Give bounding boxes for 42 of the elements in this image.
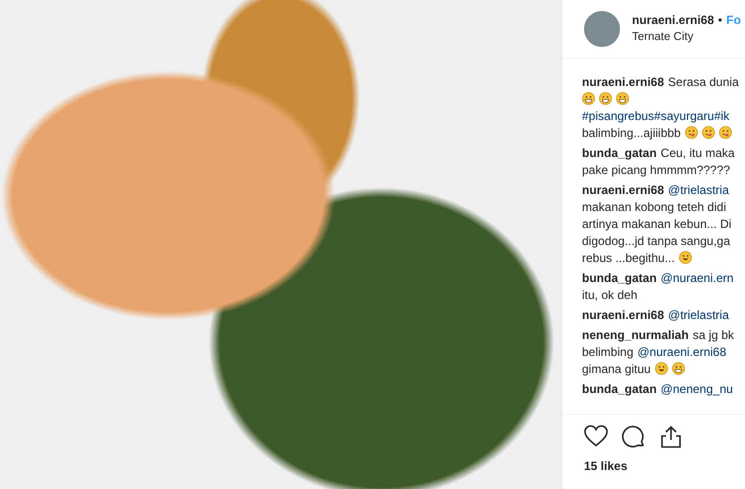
comment-username-link[interactable]: bunda_gatan: [582, 144, 657, 162]
grin-emoji-icon: [672, 362, 685, 375]
location-link[interactable]: Ternate City: [632, 29, 741, 47]
smile-emoji-icon: [654, 362, 668, 375]
grin-emoji-icon: [599, 92, 612, 105]
comment-text: sa jg bk: [692, 326, 734, 344]
heart-icon[interactable]: [584, 425, 608, 447]
comment-text: digodog...jd tanpa sangu,ga: [582, 232, 730, 250]
comment-username-link[interactable]: nuraeni.erni68: [582, 72, 664, 90]
comment-username-link[interactable]: bunda_gatan: [582, 268, 657, 286]
comment-text: gimana gituu: [582, 360, 651, 378]
mention-link[interactable]: @nuraeni.ern: [660, 268, 734, 286]
mention-link[interactable]: @trielastria: [668, 306, 729, 324]
comment-icon[interactable]: [622, 425, 646, 449]
hashtag-link[interactable]: #pisangrebus#sayurgaru#ik: [582, 106, 730, 124]
comment-text: pake picang hmmmm?????: [582, 162, 730, 178]
mention-link[interactable]: @trielastria: [668, 180, 729, 198]
comment-text: makanan kobong teteh didi: [582, 198, 726, 216]
comment-text: balimbing...ajiiibbb: [582, 124, 681, 142]
comment-text: itu, ok deh: [582, 286, 638, 304]
grin-emoji-icon: [582, 92, 595, 105]
likes-count[interactable]: 15 likes: [562, 449, 745, 475]
share-icon[interactable]: [660, 425, 682, 449]
tongue-emoji-icon: [684, 126, 698, 139]
avatar[interactable]: [584, 11, 620, 47]
grin-emoji-icon: [616, 92, 629, 105]
separator: •: [718, 12, 722, 30]
mention-link[interactable]: @nuraeni.erni68: [637, 342, 726, 360]
comment-username-link[interactable]: neneng_nurmaliah: [582, 326, 689, 344]
tongue-emoji-icon: [702, 126, 715, 139]
comment-text: artinya makanan kebun... Di: [582, 216, 732, 232]
username-link[interactable]: nuraeni.erni68: [632, 11, 714, 30]
comment-text: Serasa dunia: [668, 74, 739, 90]
comment-username-link[interactable]: nuraeni.erni68: [582, 306, 664, 324]
comment-username-link[interactable]: bunda_gatan: [582, 380, 657, 398]
comment-text: belimbing: [582, 344, 634, 360]
tongue-emoji-icon: [718, 126, 732, 139]
smile-emoji-icon: [678, 251, 692, 264]
comment-username-link[interactable]: nuraeni.erni68: [582, 180, 664, 198]
comment-text: Ceu, itu maka: [660, 144, 735, 162]
comment-text: rebus ...begithu...: [582, 250, 675, 266]
mention-link[interactable]: @neneng_nu: [660, 380, 733, 398]
